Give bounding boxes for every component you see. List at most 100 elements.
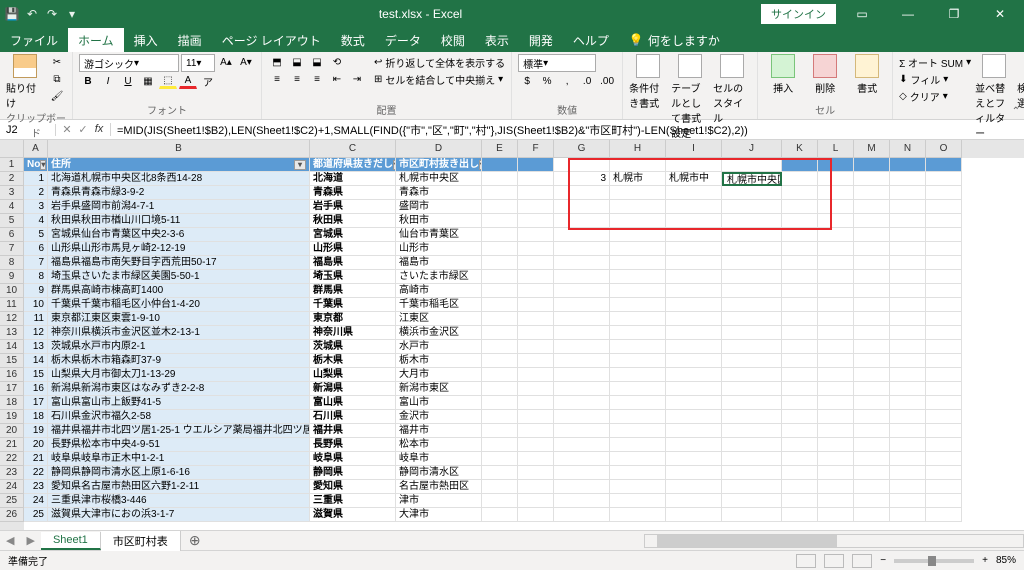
cell[interactable] [666,256,722,270]
cell[interactable] [890,186,926,200]
zoom-slider[interactable] [894,559,974,563]
cell[interactable] [518,270,554,284]
tab-校閲[interactable]: 校閲 [431,28,475,52]
cell[interactable]: 山形県 [310,242,396,256]
copy-icon[interactable]: ⧉ [48,71,66,87]
cell[interactable] [818,284,854,298]
cell[interactable] [890,368,926,382]
redo-icon[interactable]: ↷ [44,6,60,22]
tab-数式[interactable]: 数式 [331,28,375,52]
cell[interactable] [854,326,890,340]
cell[interactable] [890,452,926,466]
qat-more-icon[interactable]: ▾ [64,6,80,22]
cell[interactable] [818,172,854,186]
cell[interactable] [554,452,610,466]
cell[interactable] [818,326,854,340]
autosum-button[interactable]: Σ オート SUM ▾ [899,54,971,70]
signin-button[interactable]: サインイン [761,4,836,24]
cell[interactable]: 値 1 [610,158,666,172]
format-painter-icon[interactable]: 🖌 [48,88,66,104]
delete-cells-button[interactable]: 削除 [806,54,844,95]
cell[interactable]: 静岡県静岡市清水区上原1-6-16 [48,466,310,480]
collapse-ribbon-icon[interactable]: ⌃ [1012,106,1020,117]
cell[interactable]: 新潟県 [310,382,396,396]
indent-dec-icon[interactable]: ⇤ [328,71,346,87]
enter-formula-icon[interactable]: ✓ [76,123,90,136]
cell[interactable] [610,368,666,382]
cell[interactable] [554,312,610,326]
cell[interactable] [610,298,666,312]
cell[interactable]: 滋賀県 [310,508,396,522]
comma-icon[interactable]: , [558,73,576,89]
cell[interactable] [926,368,962,382]
cell[interactable] [818,508,854,522]
sheet-nav-next-icon[interactable]: ▶ [20,534,40,547]
cell[interactable]: 福井県福井市北四ツ居1-25-1 ウエルシア薬局福井北四ツ居店内 [48,424,310,438]
cell[interactable]: 青森市 [396,186,482,200]
cell[interactable] [722,466,782,480]
cell[interactable] [926,284,962,298]
row-header[interactable]: 9 [0,270,24,284]
cell[interactable] [554,396,610,410]
cell[interactable] [610,410,666,424]
cell[interactable] [926,396,962,410]
insert-cells-button[interactable]: 挿入 [764,54,802,95]
cell[interactable] [722,200,782,214]
cell[interactable]: 山形県山形市馬見ヶ崎2-12-19 [48,242,310,256]
align-top-icon[interactable]: ⬒ [268,54,286,70]
cell[interactable] [518,438,554,452]
cell[interactable] [782,200,818,214]
cell[interactable] [666,228,722,242]
cell[interactable] [518,172,554,186]
cell[interactable]: 山梨県 [310,368,396,382]
cell[interactable] [482,494,518,508]
cell[interactable]: 東京都 [310,312,396,326]
col-header-K[interactable]: K [782,140,818,158]
cell[interactable]: 群馬県高崎市棟高町1400 [48,284,310,298]
cell[interactable] [818,256,854,270]
cell[interactable] [610,186,666,200]
cell[interactable] [722,326,782,340]
inc-decimal-icon[interactable]: .0 [578,73,596,89]
cell[interactable] [722,494,782,508]
cell[interactable] [782,284,818,298]
cell[interactable] [666,298,722,312]
cell[interactable]: 24 [24,494,48,508]
cell[interactable]: 山梨県大月市御太刀1-13-29 [48,368,310,382]
cell[interactable] [890,214,926,228]
cell[interactable] [782,298,818,312]
cell[interactable] [518,452,554,466]
cell[interactable] [482,424,518,438]
cell[interactable] [666,466,722,480]
ribbon-display-icon[interactable]: ▭ [842,0,882,28]
row-header[interactable]: 10 [0,284,24,298]
cell[interactable] [854,186,890,200]
cell[interactable] [482,326,518,340]
cell[interactable] [926,242,962,256]
row-header[interactable]: 12 [0,312,24,326]
cell[interactable] [482,256,518,270]
cell[interactable]: 千葉市稲毛区 [396,298,482,312]
sheet-nav-prev-icon[interactable]: ◀ [0,534,20,547]
cell[interactable]: 三重県 [310,494,396,508]
cell[interactable]: 青森県青森市緑3-9-2 [48,186,310,200]
cell[interactable] [818,214,854,228]
col-header-J[interactable]: J [722,140,782,158]
cell[interactable]: 高崎市 [396,284,482,298]
cell[interactable] [818,200,854,214]
cell[interactable]: 住所▾ [48,158,310,172]
cell[interactable] [722,284,782,298]
percent-icon[interactable]: % [538,73,556,89]
cell[interactable]: 20 [24,438,48,452]
cell[interactable] [610,326,666,340]
row-header[interactable]: 6 [0,228,24,242]
cell[interactable] [666,284,722,298]
horizontal-scrollbar[interactable] [644,534,1024,548]
zoom-out-icon[interactable]: − [880,555,886,566]
cell[interactable] [554,186,610,200]
minimize-icon[interactable]: — [888,0,928,28]
cell[interactable]: 13 [24,340,48,354]
sheet-tab[interactable]: 市区町村表 [101,531,181,551]
align-right-icon[interactable]: ≡ [308,71,326,87]
cell[interactable] [722,410,782,424]
